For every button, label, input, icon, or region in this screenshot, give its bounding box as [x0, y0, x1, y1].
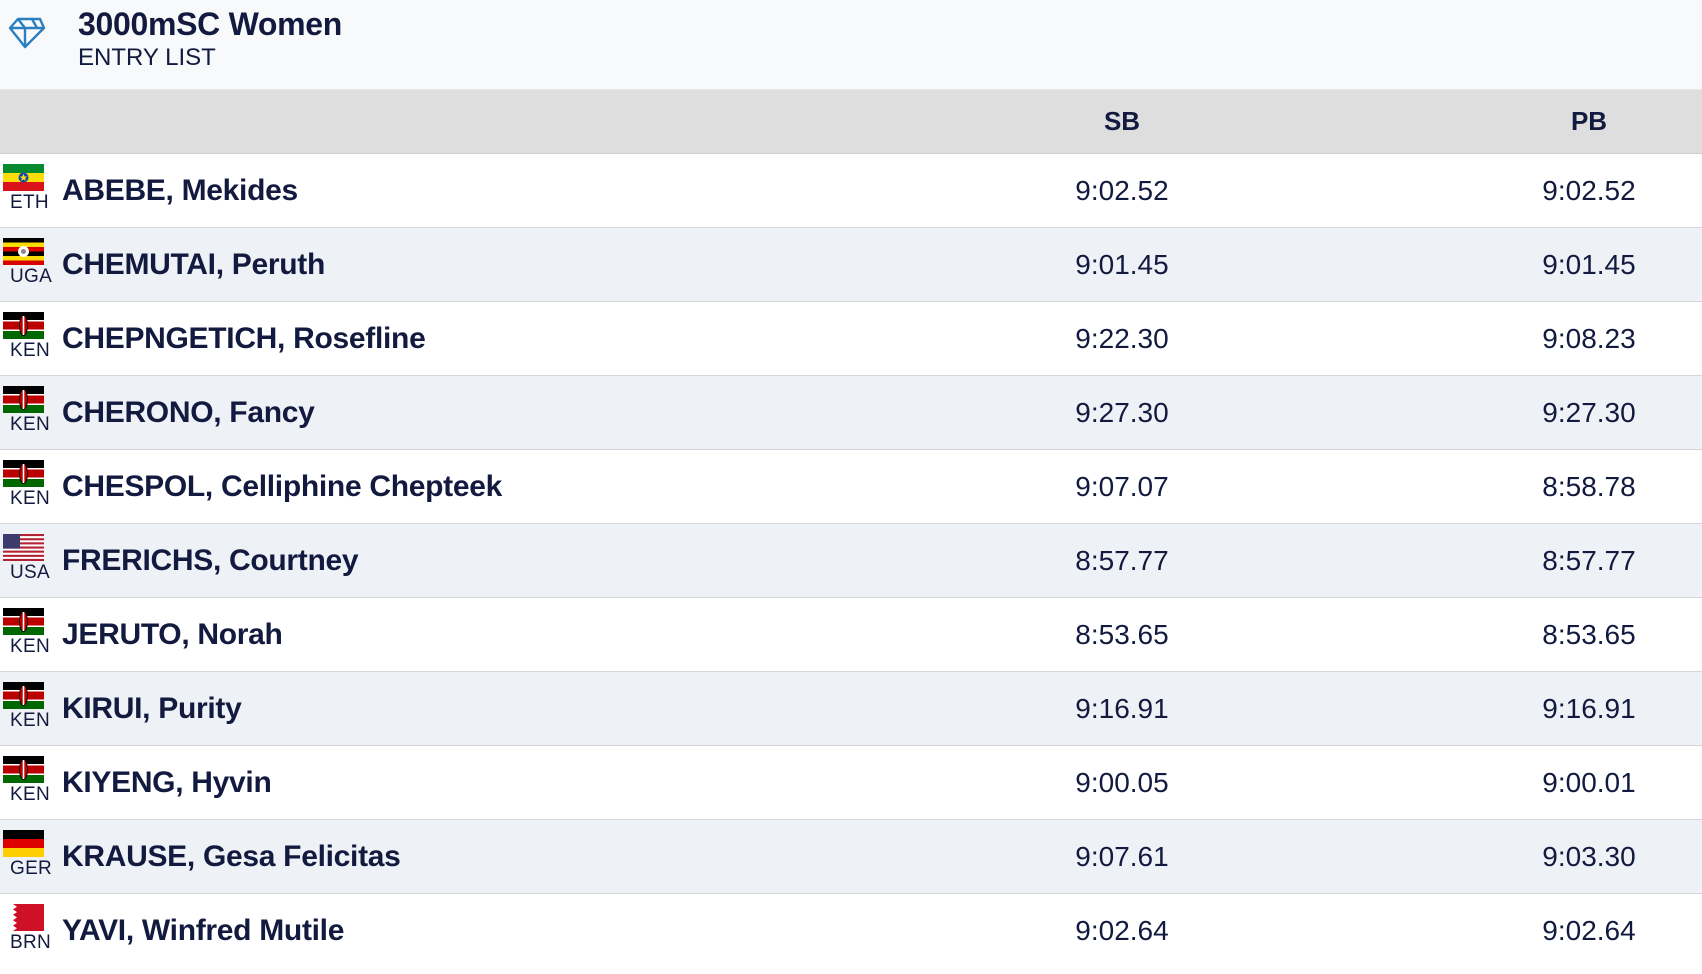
athlete-name[interactable]: ABEBE, Mekides — [62, 154, 298, 228]
athlete-name[interactable]: CHEPNGETICH, Rosefline — [62, 302, 426, 376]
season-best: 9:02.52 — [1075, 175, 1169, 206]
table-row[interactable]: BRN YAVI, Winfred Mutile 9:02.64 9:02.64 — [0, 894, 1702, 968]
season-best: 8:53.65 — [1075, 619, 1169, 650]
season-best: 9:22.30 — [1075, 323, 1169, 354]
country-code: UGA — [10, 266, 53, 287]
personal-best: 8:53.65 — [1542, 619, 1636, 650]
country-code: ETH — [10, 192, 49, 213]
personal-best: 9:16.91 — [1542, 693, 1636, 724]
flag-eth-icon — [3, 164, 44, 191]
athlete-name[interactable]: KIRUI, Purity — [62, 672, 242, 746]
athlete-name[interactable]: CHERONO, Fancy — [62, 376, 315, 450]
table-row[interactable]: KEN KIYENG, Hyvin 9:00.05 9:00.01 — [0, 746, 1702, 820]
season-best: 9:02.64 — [1075, 915, 1169, 946]
season-best: 9:27.30 — [1075, 397, 1169, 428]
country-code: KEN — [10, 340, 50, 361]
country-code: KEN — [10, 784, 50, 805]
season-best: 9:16.91 — [1075, 693, 1169, 724]
personal-best: 9:02.64 — [1542, 915, 1636, 946]
flag-ken-icon — [3, 460, 44, 487]
flag-usa-icon — [3, 534, 44, 561]
country-code: GER — [10, 858, 53, 879]
column-header-pb: PB — [1570, 106, 1608, 136]
athlete-name[interactable]: YAVI, Winfred Mutile — [62, 894, 344, 968]
country-code: KEN — [10, 488, 50, 509]
flag-ken-icon — [3, 756, 44, 783]
personal-best: 8:58.78 — [1542, 471, 1636, 502]
entry-list-page: 3000mSC Women ENTRY LIST SB PB ETH ABEBE,… — [0, 0, 1702, 974]
flag-ken-icon — [3, 312, 44, 339]
personal-best: 9:08.23 — [1542, 323, 1636, 354]
event-subtitle: ENTRY LIST — [78, 44, 216, 71]
table-header: SB PB — [0, 90, 1702, 154]
country-code: USA — [10, 562, 50, 583]
athlete-name[interactable]: CHEMUTAI, Peruth — [62, 228, 325, 302]
personal-best: 9:01.45 — [1542, 249, 1636, 280]
athlete-name[interactable]: KRAUSE, Gesa Felicitas — [62, 820, 401, 894]
personal-best: 9:00.01 — [1542, 767, 1636, 798]
country-code: KEN — [10, 414, 50, 435]
season-best: 9:07.07 — [1075, 471, 1169, 502]
event-header: 3000mSC Women ENTRY LIST — [0, 0, 1702, 90]
table-row[interactable]: KEN KIRUI, Purity 9:16.91 9:16.91 — [0, 672, 1702, 746]
flag-ken-icon — [3, 608, 44, 635]
athlete-name[interactable]: CHESPOL, Celliphine Chepteek — [62, 450, 502, 524]
athlete-name[interactable]: KIYENG, Hyvin — [62, 746, 272, 820]
season-best: 8:57.77 — [1075, 545, 1169, 576]
table-row[interactable]: GER KRAUSE, Gesa Felicitas 9:07.61 9:03.30 — [0, 820, 1702, 894]
country-code: KEN — [10, 710, 50, 731]
event-title: 3000mSC Women — [78, 6, 343, 42]
personal-best: 9:02.52 — [1542, 175, 1636, 206]
personal-best: 8:57.77 — [1542, 545, 1636, 576]
table-row[interactable]: UGA CHEMUTAI, Peruth 9:01.45 9:01.45 — [0, 228, 1702, 302]
table-row[interactable]: USA FRERICHS, Courtney 8:57.77 8:57.77 — [0, 524, 1702, 598]
table-row[interactable]: ETH ABEBE, Mekides 9:02.52 9:02.52 — [0, 154, 1702, 228]
flag-ger-icon — [3, 830, 44, 857]
country-code: KEN — [10, 636, 50, 657]
personal-best: 9:03.30 — [1542, 841, 1636, 872]
table-row[interactable]: KEN JERUTO, Norah 8:53.65 8:53.65 — [0, 598, 1702, 672]
season-best: 9:01.45 — [1075, 249, 1169, 280]
athlete-name[interactable]: FRERICHS, Courtney — [62, 524, 359, 598]
personal-best: 9:27.30 — [1542, 397, 1636, 428]
season-best: 9:00.05 — [1075, 767, 1169, 798]
diamond-league-icon — [6, 14, 48, 52]
flag-ken-icon — [3, 386, 44, 413]
flag-ken-icon — [3, 682, 44, 709]
athlete-name[interactable]: JERUTO, Norah — [62, 598, 283, 672]
flag-uga-icon — [3, 238, 44, 265]
table-row[interactable]: KEN CHESPOL, Celliphine Chepteek 9:07.07 8:… — [0, 450, 1702, 524]
column-header-sb: SB — [1103, 106, 1141, 136]
flag-brn-icon — [3, 904, 44, 931]
country-code: BRN — [10, 932, 52, 953]
table-row[interactable]: KEN CHERONO, Fancy 9:27.30 9:27.30 — [0, 376, 1702, 450]
table-row[interactable]: KEN CHEPNGETICH, Rosefline 9:22.30 9:08.23 — [0, 302, 1702, 376]
season-best: 9:07.61 — [1075, 841, 1169, 872]
entry-table: ETH ABEBE, Mekides 9:02.52 9:02.52 UGA CHEMUT… — [0, 154, 1702, 968]
